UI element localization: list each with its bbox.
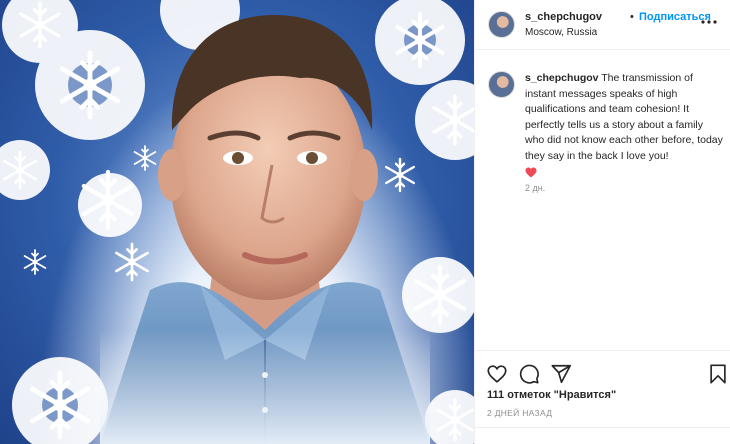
caption-text: The transmission of instant messages spe… [525, 72, 723, 162]
post-caption: s_chepchugov The transmission of instant… [525, 71, 725, 180]
likes-count[interactable]: 111 отметок "Нравится" [487, 389, 616, 401]
author-username[interactable]: s_chepchugov [525, 11, 602, 23]
photo-illustration [0, 0, 474, 444]
heart-emoji-icon [525, 167, 537, 178]
post-location[interactable]: Moscow, Russia [525, 27, 597, 38]
post-sidebar: s_chepchugov • Подписаться Moscow, Russi… [474, 0, 730, 444]
like-icon[interactable] [486, 363, 508, 385]
post-date[interactable]: 2 ДНЕЙ НАЗАД [487, 408, 552, 418]
caption-timestamp[interactable]: 2 дн. [525, 183, 545, 193]
share-icon[interactable] [550, 363, 572, 385]
comment-icon[interactable] [518, 363, 540, 385]
separator-dot: • [630, 11, 634, 23]
author-avatar[interactable] [488, 11, 515, 38]
caption-author-avatar[interactable] [488, 71, 515, 98]
post-header: s_chepchugov • Подписаться Moscow, Russi… [475, 0, 730, 50]
post-actions: 111 отметок "Нравится" 2 ДНЕЙ НАЗАД [475, 350, 730, 444]
more-icon[interactable] [701, 14, 717, 30]
save-icon[interactable] [707, 363, 729, 385]
divider [475, 427, 730, 428]
caption-username[interactable]: s_chepchugov [525, 72, 599, 84]
post-photo[interactable] [0, 0, 474, 444]
